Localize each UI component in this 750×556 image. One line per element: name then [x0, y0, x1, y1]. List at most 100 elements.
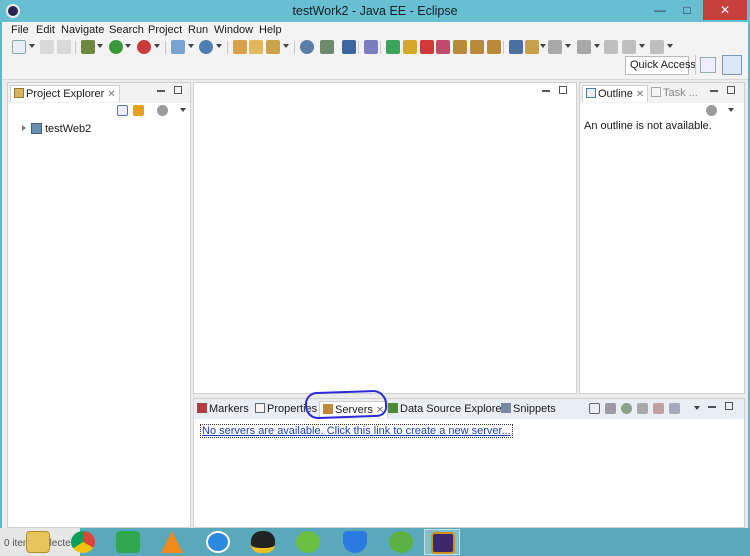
toolbar-separator [294, 41, 295, 54]
search-dropdown-icon[interactable] [283, 44, 289, 48]
step-over-icon[interactable] [470, 40, 484, 54]
web-browser-icon[interactable] [300, 40, 314, 54]
disconnect-icon[interactable] [436, 40, 450, 54]
previous-annotation-icon[interactable] [577, 40, 591, 54]
suspend-icon[interactable] [403, 40, 417, 54]
tab-task-list[interactable]: Task ... [651, 85, 698, 102]
collapse-all-icon[interactable] [117, 105, 128, 116]
open-perspective-icon[interactable] [700, 57, 716, 73]
menu-project[interactable]: Project [148, 24, 182, 36]
tree-item-testweb2[interactable]: testWeb2 [22, 123, 91, 135]
debug-dropdown-icon[interactable] [97, 44, 103, 48]
taskbar-eclipse-active[interactable] [424, 529, 460, 555]
close-button[interactable]: ✕ [703, 0, 747, 20]
menu-edit[interactable]: Edit [36, 24, 55, 36]
new-class-dropdown-icon[interactable] [216, 44, 222, 48]
maximize-editor-icon[interactable] [559, 86, 567, 94]
step-return-icon[interactable] [487, 40, 501, 54]
external-tools-icon[interactable] [137, 40, 151, 54]
previous-annotation-dropdown-icon[interactable] [594, 44, 600, 48]
publish-icon[interactable] [669, 403, 680, 414]
search-icon[interactable] [266, 40, 280, 54]
focus-on-active-task-icon[interactable] [157, 105, 168, 116]
start-server-icon[interactable] [621, 403, 632, 414]
new-icon[interactable] [12, 40, 26, 54]
minimize-view-icon[interactable] [708, 406, 716, 408]
new-server-icon[interactable] [171, 40, 185, 54]
profile-server-icon[interactable] [637, 403, 648, 414]
menu-file[interactable]: File [11, 24, 29, 36]
step-into-icon[interactable] [453, 40, 467, 54]
maximize-view-icon[interactable] [725, 402, 733, 410]
menu-navigate[interactable]: Navigate [61, 24, 104, 36]
maximize-button[interactable]: □ [675, 0, 699, 20]
use-step-filters-icon[interactable] [509, 40, 523, 54]
back-dropdown-icon[interactable] [639, 44, 645, 48]
forward-dropdown-icon[interactable] [667, 44, 673, 48]
toolbar-separator [503, 41, 504, 54]
next-annotation-icon[interactable] [548, 40, 562, 54]
link-with-editor-icon[interactable] [133, 105, 144, 116]
open-task-icon[interactable] [249, 40, 263, 54]
tab-markers[interactable]: Markers [197, 401, 249, 418]
maximize-view-icon[interactable] [727, 86, 735, 94]
annotation-icon[interactable] [320, 40, 334, 54]
minimize-editor-icon[interactable] [542, 90, 550, 92]
last-edit-icon[interactable] [604, 40, 618, 54]
expand-icon[interactable] [22, 125, 26, 131]
stop-server-icon[interactable] [653, 403, 664, 414]
back-icon[interactable] [622, 40, 636, 54]
menu-search[interactable]: Search [109, 24, 144, 36]
minimize-view-icon[interactable] [157, 90, 165, 92]
view-menu-icon[interactable] [728, 108, 734, 112]
quick-access-field[interactable]: Quick Access [625, 56, 696, 75]
external-tools-dropdown-icon[interactable] [154, 44, 160, 48]
skip-breakpoints-icon[interactable] [364, 40, 378, 54]
taskbar-qq[interactable] [245, 529, 281, 555]
run-icon[interactable] [109, 40, 123, 54]
forward-icon[interactable] [650, 40, 664, 54]
minimize-button[interactable]: — [648, 0, 672, 20]
monitor-icon[interactable] [342, 40, 356, 54]
taskbar-file-explorer[interactable] [20, 529, 56, 555]
open-type-icon[interactable] [233, 40, 247, 54]
minimize-view-icon[interactable] [710, 90, 718, 92]
taskbar-security[interactable] [337, 529, 373, 555]
save-icon[interactable] [40, 40, 54, 54]
save-all-icon[interactable] [57, 40, 71, 54]
tab-snippets[interactable]: Snippets [501, 401, 556, 418]
collapse-all-icon[interactable] [589, 403, 600, 414]
debug-icon[interactable] [81, 40, 95, 54]
java-ee-perspective-icon[interactable] [722, 55, 742, 75]
tab-outline[interactable]: Outline ✕ [582, 85, 649, 102]
close-tab-icon[interactable]: ✕ [636, 89, 644, 100]
close-tab-icon[interactable]: ✕ [107, 89, 115, 100]
taskbar-utorrent[interactable] [383, 529, 419, 555]
toggle-mark-icon[interactable] [525, 40, 539, 54]
next-annotation-dropdown-icon[interactable] [565, 44, 571, 48]
new-server-dropdown-icon[interactable] [188, 44, 194, 48]
focus-icon[interactable] [706, 105, 717, 116]
taskbar-kugou[interactable] [200, 529, 236, 555]
view-menu-icon[interactable] [180, 108, 186, 112]
terminate-icon[interactable] [420, 40, 434, 54]
view-menu-icon[interactable] [694, 406, 700, 410]
mark-dropdown-icon[interactable] [540, 44, 546, 48]
menu-help[interactable]: Help [259, 24, 282, 36]
project-explorer-tabbar: Project Explorer ✕ [8, 83, 190, 103]
maximize-view-icon[interactable] [174, 86, 182, 94]
new-class-icon[interactable] [199, 40, 213, 54]
tab-data-source-explorer[interactable]: Data Source Explorer [388, 401, 505, 418]
run-dropdown-icon[interactable] [125, 44, 131, 48]
taskbar-chrome[interactable] [65, 529, 101, 555]
resume-icon[interactable] [386, 40, 400, 54]
menu-window[interactable]: Window [214, 24, 253, 36]
taskbar-green-app[interactable] [110, 529, 146, 555]
new-dropdown-icon[interactable] [29, 44, 35, 48]
taskbar-wechat[interactable] [290, 529, 326, 555]
create-server-link[interactable]: No servers are available. Click this lin… [200, 424, 513, 438]
tab-project-explorer[interactable]: Project Explorer ✕ [10, 85, 120, 102]
debug-server-icon[interactable] [605, 403, 616, 414]
taskbar-vlc[interactable] [155, 529, 191, 555]
menu-run[interactable]: Run [188, 24, 208, 36]
